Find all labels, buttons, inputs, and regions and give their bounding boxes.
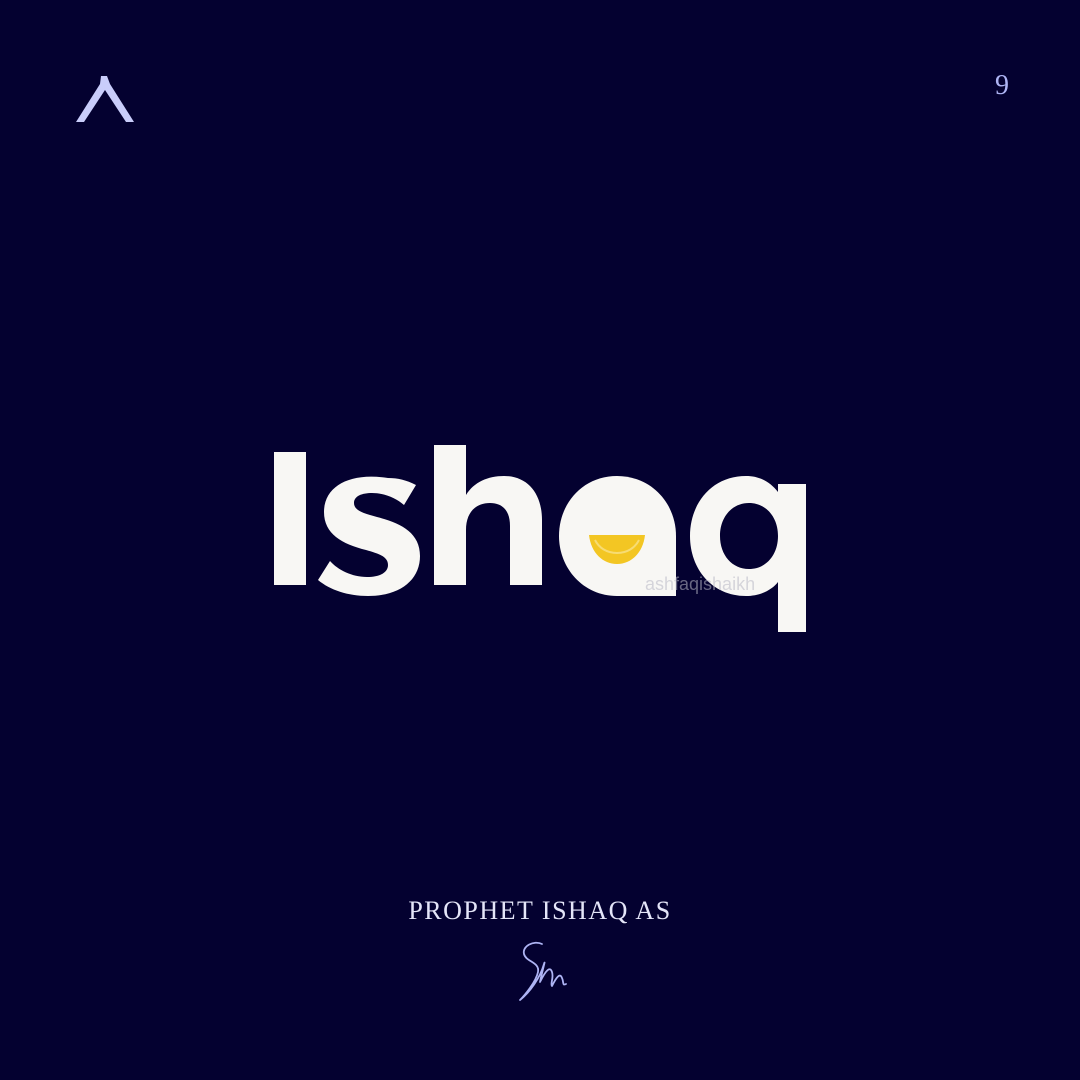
letter-i [274,452,306,585]
letter-s [318,476,420,596]
letter-h [434,445,542,585]
signature-icon [519,941,567,1001]
letter-q [690,476,806,632]
caption-title: PROPHET ISHAQ AS [408,896,672,925]
watermark-text: ashfaqishaikh [645,574,756,594]
